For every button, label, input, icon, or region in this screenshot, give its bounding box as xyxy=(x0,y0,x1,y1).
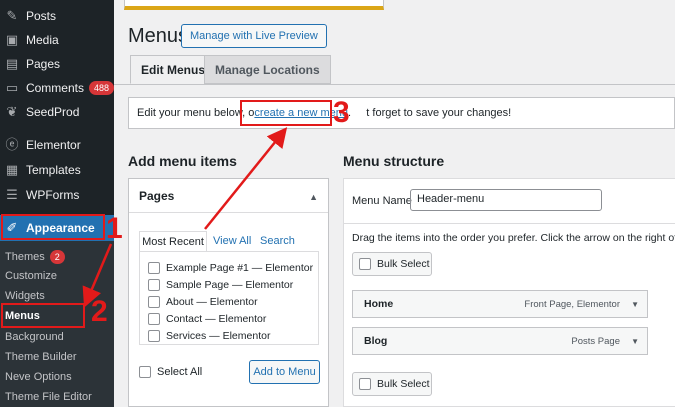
info-message: Edit your menu below, o create a new men… xyxy=(128,97,675,129)
tab-manage-locations[interactable]: Manage Locations xyxy=(204,55,331,84)
add-menu-items-heading: Add menu items xyxy=(128,153,237,169)
drag-instructions: Drag the items into the order you prefer… xyxy=(352,232,675,244)
menu-item-title: Blog xyxy=(364,335,388,347)
submenu-item-themes[interactable]: Themes 2 xyxy=(5,250,65,264)
add-to-menu-button[interactable]: Add to Menu xyxy=(249,360,320,384)
sidebar-item-seedprod[interactable]: ❦ SeedProd xyxy=(0,102,114,122)
highlight-box-create-menu xyxy=(240,100,332,126)
sidebar-item-label: Media xyxy=(26,33,59,47)
main-content: Menus Manage with Live Preview Edit Menu… xyxy=(114,0,675,407)
menu-item-type: Posts Page xyxy=(571,335,620,347)
divider xyxy=(344,223,675,224)
submenu-item-label: Themes xyxy=(5,251,45,263)
highlight-box-appearance xyxy=(1,214,105,240)
step-number-2: 2 xyxy=(91,295,108,328)
list-item[interactable]: Sample Page — Elementor xyxy=(148,279,293,291)
media-icon: ▣ xyxy=(5,32,19,47)
list-item[interactable]: About — Elementor xyxy=(148,296,258,308)
sidebar-item-label: Posts xyxy=(26,9,57,23)
pages-panel: Pages ▲ Most Recent View All Search Exam… xyxy=(128,178,329,407)
menu-structure-heading: Menu structure xyxy=(343,153,445,169)
checkbox[interactable] xyxy=(148,296,160,308)
menu-name-label: Menu Name xyxy=(352,195,412,207)
submenu-item-widgets[interactable]: Widgets xyxy=(5,290,45,302)
pin-icon: ✎ xyxy=(6,8,18,23)
page-label: About — Elementor xyxy=(166,296,258,308)
sidebar-item-label: Templates xyxy=(26,163,81,177)
comment-icon: ▭ xyxy=(5,80,19,95)
info-text-before: Edit your menu below, o xyxy=(137,107,255,119)
submenu-item-customize[interactable]: Customize xyxy=(5,270,57,282)
tab-view-all[interactable]: View All xyxy=(213,235,251,247)
checkbox[interactable] xyxy=(359,378,371,390)
sidebar-item-label: SeedProd xyxy=(26,105,80,119)
themes-count-badge: 2 xyxy=(49,250,65,264)
checkbox[interactable] xyxy=(148,330,160,342)
checkbox[interactable] xyxy=(148,262,160,274)
wpforms-icon: ☰ xyxy=(6,187,18,202)
caret-up-icon[interactable]: ▲ xyxy=(309,192,318,202)
admin-notice xyxy=(124,0,384,10)
menu-structure-panel: Menu Name Header-menu Drag the items int… xyxy=(343,178,675,407)
submenu-item-background[interactable]: Background xyxy=(5,331,64,343)
sidebar-item-label: Elementor xyxy=(26,138,81,152)
chevron-down-icon[interactable]: ▼ xyxy=(631,337,639,346)
checkbox[interactable] xyxy=(148,279,160,291)
list-item[interactable]: Contact — Elementor xyxy=(148,313,266,325)
select-all-checkbox[interactable]: Select All xyxy=(139,366,202,378)
comments-count-badge: 488 xyxy=(88,81,114,95)
pages-panel-header[interactable]: Pages ▲ xyxy=(129,179,328,213)
pages-icon: ▤ xyxy=(5,56,19,71)
list-item[interactable]: Example Page #1 — Elementor xyxy=(148,262,313,274)
sidebar-item-templates[interactable]: ▦ Templates xyxy=(0,160,114,180)
pages-panel-title: Pages xyxy=(139,188,175,203)
menu-item-type: Front Page, Elementor xyxy=(524,298,620,310)
page-title: Menus xyxy=(128,25,189,47)
seedprod-icon: ❦ xyxy=(6,104,18,119)
menu-name-input[interactable]: Header-menu xyxy=(410,189,602,211)
tab-most-recent[interactable]: Most Recent xyxy=(139,231,207,251)
step-number-1: 1 xyxy=(106,212,123,245)
sidebar-item-wpforms[interactable]: ☰ WPForms xyxy=(0,185,114,205)
bulk-select-button[interactable]: Bulk Select xyxy=(352,372,432,396)
bulk-select-label: Bulk Select xyxy=(377,378,430,390)
sidebar-item-label: Comments xyxy=(25,81,84,95)
sidebar-item-label: Pages xyxy=(26,57,61,71)
checkbox[interactable] xyxy=(139,366,151,378)
info-text-after: . t forget to save your changes! xyxy=(347,107,512,119)
bulk-select-label: Bulk Select xyxy=(377,258,430,270)
menu-item-blog[interactable]: Blog Posts Page ▼ xyxy=(352,327,648,355)
list-item[interactable]: Services — Elementor xyxy=(148,330,270,342)
select-all-label: Select All xyxy=(157,366,203,378)
checkbox[interactable] xyxy=(359,258,371,270)
page-label: Sample Page — Elementor xyxy=(166,279,294,291)
submenu-item-neve-options[interactable]: Neve Options xyxy=(5,371,72,383)
submenu-item-theme-file-editor[interactable]: Theme File Editor xyxy=(5,391,92,403)
menu-item-title: Home xyxy=(364,298,394,310)
sidebar-item-pages[interactable]: ▤ Pages xyxy=(0,54,114,74)
tabs-divider xyxy=(114,84,675,85)
page-label: Contact — Elementor xyxy=(166,313,267,325)
sidebar-item-comments[interactable]: ▭ Comments 488 xyxy=(0,78,114,98)
step-number-3: 3 xyxy=(333,96,350,129)
sidebar-item-elementor[interactable]: ⓔ Elementor xyxy=(0,135,114,155)
admin-sidebar: ✎ Posts ▣ Media ▤ Pages ▭ Comments 488 ❦… xyxy=(0,0,114,407)
highlight-box-menus xyxy=(1,303,85,328)
page-label: Example Page #1 — Elementor xyxy=(166,262,314,274)
sidebar-item-posts[interactable]: ✎ Posts xyxy=(0,6,114,26)
menu-item-home[interactable]: Home Front Page, Elementor ▼ xyxy=(352,290,648,318)
chevron-down-icon[interactable]: ▼ xyxy=(631,300,639,309)
sidebar-item-label: WPForms xyxy=(26,188,80,202)
tab-search[interactable]: Search xyxy=(260,235,295,247)
manage-live-preview-button[interactable]: Manage with Live Preview xyxy=(181,24,327,48)
pages-checklist: Example Page #1 — Elementor Sample Page … xyxy=(139,251,319,345)
elementor-icon: ⓔ xyxy=(5,137,19,152)
bulk-select-button[interactable]: Bulk Select xyxy=(352,252,432,276)
sidebar-item-media[interactable]: ▣ Media xyxy=(0,30,114,50)
checkbox[interactable] xyxy=(148,313,160,325)
submenu-item-theme-builder[interactable]: Theme Builder xyxy=(5,351,77,363)
templates-icon: ▦ xyxy=(5,162,19,177)
page-label: Services — Elementor xyxy=(166,330,271,342)
